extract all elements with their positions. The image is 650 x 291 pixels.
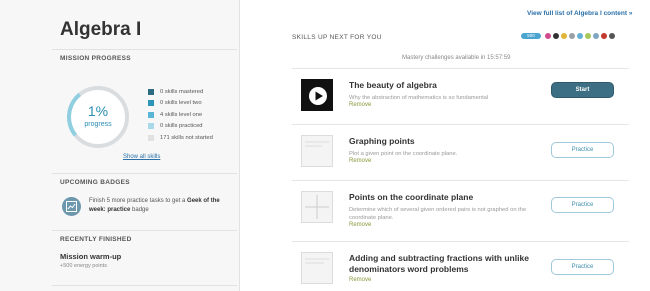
skill-title: Graphing points [349,136,415,146]
level-dot [585,33,591,39]
legend-item: 4 skills level one [148,109,213,121]
sidebar: Algebra I MISSION PROGRESS 1% progress 0… [0,0,240,291]
level-dot [577,33,583,39]
mastery-levels-indicator: 500 [521,33,615,39]
skill-card: The beauty of algebra Why the abstractio… [292,68,629,128]
badge-description: Finish 5 more practice tasks to get a Ge… [89,197,229,214]
skill-description: Why the abstraction of mathematics is so… [349,95,489,101]
legend-swatch [148,100,154,107]
remove-link[interactable]: Remove [349,102,371,108]
recent-item-title: Mission warm-up [60,252,122,261]
legend-swatch [148,88,154,95]
legend-swatch [148,111,154,118]
skills-up-next-heading: SKILLS UP NEXT FOR YOU [292,34,382,41]
legend-item: 0 skills level two [148,98,213,110]
practice-button[interactable]: Practice [551,142,614,158]
legend-item: 0 skills practiced [148,121,213,133]
badge-text-prefix: Finish 5 more practice tasks to get a [89,198,188,204]
level-dot [593,33,599,39]
skill-description: Determine which of several given ordered… [349,207,527,221]
progress-percent: 1% [87,103,109,119]
legend-label: 0 skills practiced [160,123,203,130]
skill-title: The beauty of algebra [349,80,437,90]
legend-label: 0 skills mastered [160,88,204,95]
progress-ring: 1% progress [63,82,133,152]
legend-label: 171 skills not started [160,134,213,141]
exercise-thumbnail[interactable] [301,252,333,284]
level-dot [553,33,559,39]
divider [52,230,237,231]
level-dot [601,33,607,39]
page-title: Algebra I [60,19,142,40]
legend-item: 171 skills not started [148,132,213,144]
video-thumbnail[interactable] [301,79,333,111]
chart-icon [62,197,81,216]
legend-item: 0 skills mastered [148,86,213,98]
remove-link[interactable]: Remove [349,158,371,164]
remove-link[interactable]: Remove [349,277,371,283]
skill-title: Adding and subtracting fractions with un… [349,253,529,274]
level-dot [609,33,615,39]
exercise-icon [305,258,329,264]
skill-title: Points on the coordinate plane [349,192,474,202]
remove-link[interactable]: Remove [349,222,371,228]
legend-swatch [148,134,154,141]
divider [52,285,237,286]
skills-legend: 0 skills mastered 0 skills level two 4 s… [148,86,213,144]
show-all-skills-link[interactable]: Show all skills [123,154,160,160]
upcoming-badges-heading: UPCOMING BADGES [60,179,130,186]
level-dot [545,33,551,39]
exercise-thumbnail[interactable] [301,135,333,167]
mission-progress-heading: MISSION PROGRESS [60,55,131,62]
legend-label: 4 skills level one [160,111,203,118]
energy-pill: 500 [521,33,541,39]
divider [52,49,237,50]
practice-button[interactable]: Practice [551,197,614,213]
legend-swatch [148,123,154,130]
exercise-icon [305,141,329,147]
skill-card: Graphing points Plot a given point on th… [292,124,629,184]
progress-label: progress [84,121,112,128]
start-button[interactable]: Start [551,82,614,98]
legend-label: 0 skills level two [160,100,202,107]
play-icon [309,87,327,105]
skill-description: Plot a given point on the coordinate pla… [349,151,458,157]
coordinate-plane-icon [305,195,329,219]
level-dot [569,33,575,39]
recent-item-points: +500 energy points [60,263,107,269]
badge-text-suffix: badge [130,206,149,213]
view-full-list-link[interactable]: View full list of Algebra I content » [527,10,632,17]
skill-card: Adding and subtracting fractions with un… [292,241,629,291]
skill-card: Points on the coordinate plane Determine… [292,180,629,240]
exercise-thumbnail[interactable] [301,191,333,223]
level-dot [561,33,567,39]
practice-button[interactable]: Practice [551,259,614,275]
divider [52,173,237,174]
mastery-challenge-timer: Mastery challenges available in 15:57:59 [402,55,511,61]
recently-finished-heading: RECENTLY FINISHED [60,236,132,243]
